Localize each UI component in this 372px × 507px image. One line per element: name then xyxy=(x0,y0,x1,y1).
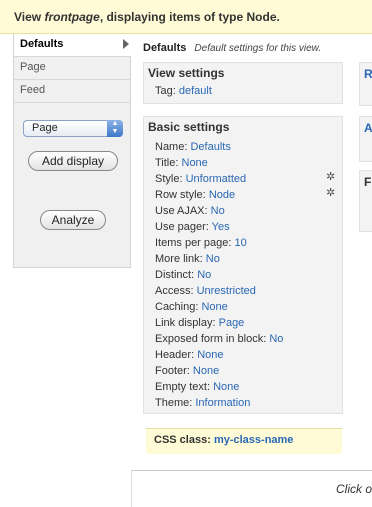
setting-row: Theme: Information xyxy=(155,397,250,409)
setting-value-link[interactable]: Unrestricted xyxy=(197,285,256,297)
gear-icon[interactable]: ✲ xyxy=(326,171,338,183)
setting-label: Access: xyxy=(155,285,194,297)
setting-label: More link: xyxy=(155,253,203,265)
setting-value-link[interactable]: No xyxy=(197,269,211,281)
view-settings-title: View settings xyxy=(148,66,225,80)
setting-value-link[interactable]: None xyxy=(201,301,227,313)
setting-label: Exposed form in block: xyxy=(155,333,267,345)
tab-feed[interactable]: Feed xyxy=(14,80,131,103)
setting-value-link[interactable]: No xyxy=(269,333,283,345)
footer-bar: Click o xyxy=(131,470,372,507)
view-header: View frontpage, displaying items of type… xyxy=(0,0,372,34)
right-panel-1-letter: R xyxy=(364,67,372,81)
setting-row: More link: No xyxy=(155,253,220,265)
tab-feed-label: Feed xyxy=(20,84,46,96)
setting-value-link[interactable]: Unformatted xyxy=(186,173,247,185)
arrow-right-icon xyxy=(123,39,129,49)
setting-row: Access: Unrestricted xyxy=(155,285,256,297)
setting-value-link[interactable]: Defaults xyxy=(190,141,230,153)
tab-page-label: Page xyxy=(20,61,46,73)
right-panel-3: F xyxy=(359,170,372,232)
setting-label: Items per page: xyxy=(155,237,232,249)
setting-row: Style: Unformatted xyxy=(155,173,246,185)
setting-label: Theme: xyxy=(155,397,193,409)
basic-settings-title: Basic settings xyxy=(148,120,230,134)
setting-label: Footer: xyxy=(155,365,190,377)
setting-value-link[interactable]: None xyxy=(213,381,239,393)
right-panel-2: A xyxy=(359,116,372,162)
setting-row: Caching: None xyxy=(155,301,228,313)
tab-page[interactable]: Page xyxy=(14,57,131,80)
setting-value-link[interactable]: 10 xyxy=(235,237,247,249)
setting-label: Header: xyxy=(155,349,195,361)
setting-row: Title: None xyxy=(155,157,208,169)
setting-label: Style: xyxy=(155,173,183,185)
setting-value-link[interactable]: No xyxy=(211,205,225,217)
setting-label: Distinct: xyxy=(155,269,195,281)
tab-defaults[interactable]: Defaults xyxy=(14,34,131,57)
setting-label: Use AJAX: xyxy=(155,205,208,217)
setting-label: Name: xyxy=(155,141,188,153)
footer-hint: Click o xyxy=(335,482,372,496)
display-type-value: Page xyxy=(32,122,58,134)
setting-row: Footer: None xyxy=(155,365,219,377)
css-class-label: CSS class: xyxy=(154,434,211,446)
stepper-arrows-icon: ▲ ▼ xyxy=(107,120,123,137)
setting-value-link[interactable]: Page xyxy=(219,317,245,329)
css-class-setting: CSS class: my-class-name xyxy=(146,428,342,454)
tab-defaults-label: Defaults xyxy=(20,38,64,50)
add-display-button[interactable]: Add display xyxy=(28,151,118,171)
right-panel-3-letter: F xyxy=(364,175,372,189)
setting-row-tag: Tag: default xyxy=(155,85,212,97)
tag-value-link[interactable]: default xyxy=(179,85,212,97)
section-description: Default settings for this view. xyxy=(194,43,322,54)
view-header-title: View frontpage, displaying items of type… xyxy=(14,10,280,24)
setting-row: Empty text: None xyxy=(155,381,239,393)
setting-label: Use pager: xyxy=(155,221,209,233)
setting-label: Tag: xyxy=(155,85,176,97)
setting-row: Use AJAX: No xyxy=(155,205,225,217)
setting-row: Items per page: 10 xyxy=(155,237,247,249)
setting-value-link[interactable]: No xyxy=(206,253,220,265)
display-sidebar: Defaults Page Feed Page ▲ ▼ Add display A… xyxy=(13,34,131,268)
section-title: Defaults xyxy=(143,42,187,54)
setting-value-link[interactable]: None xyxy=(182,157,208,169)
setting-label: Row style: xyxy=(155,189,206,201)
setting-row: Link display: Page xyxy=(155,317,244,329)
right-panel-2-letter: A xyxy=(364,121,372,135)
display-type-select[interactable]: Page ▲ ▼ xyxy=(23,120,123,137)
css-class-link[interactable]: my-class-name xyxy=(214,434,294,446)
setting-value-link[interactable]: Node xyxy=(209,189,235,201)
analyze-button[interactable]: Analyze xyxy=(40,210,106,230)
gear-icon[interactable]: ✲ xyxy=(326,187,338,199)
setting-row: Name: Defaults xyxy=(155,141,231,153)
right-panel-1: R xyxy=(359,62,372,106)
setting-row: Exposed form in block: No xyxy=(155,333,283,345)
setting-row: Use pager: Yes xyxy=(155,221,230,233)
basic-settings-panel: Basic settings Name: Defaults Title: None… xyxy=(143,116,343,414)
setting-value-link[interactable]: None xyxy=(197,349,223,361)
setting-value-link[interactable]: None xyxy=(193,365,219,377)
setting-value-link[interactable]: Yes xyxy=(212,221,230,233)
view-settings-panel: View settings Tag: default xyxy=(143,62,343,104)
setting-label: Empty text: xyxy=(155,381,211,393)
setting-row: Row style: Node xyxy=(155,189,235,201)
setting-label: Link display: xyxy=(155,317,216,329)
setting-value-link[interactable]: Information xyxy=(195,397,250,409)
section-header: Defaults Default settings for this view. xyxy=(143,42,321,54)
setting-label: Caching: xyxy=(155,301,199,313)
setting-row: Header: None xyxy=(155,349,224,361)
view-name: frontpage xyxy=(44,10,100,24)
setting-row: Distinct: No xyxy=(155,269,211,281)
setting-label: Title: xyxy=(155,157,179,169)
